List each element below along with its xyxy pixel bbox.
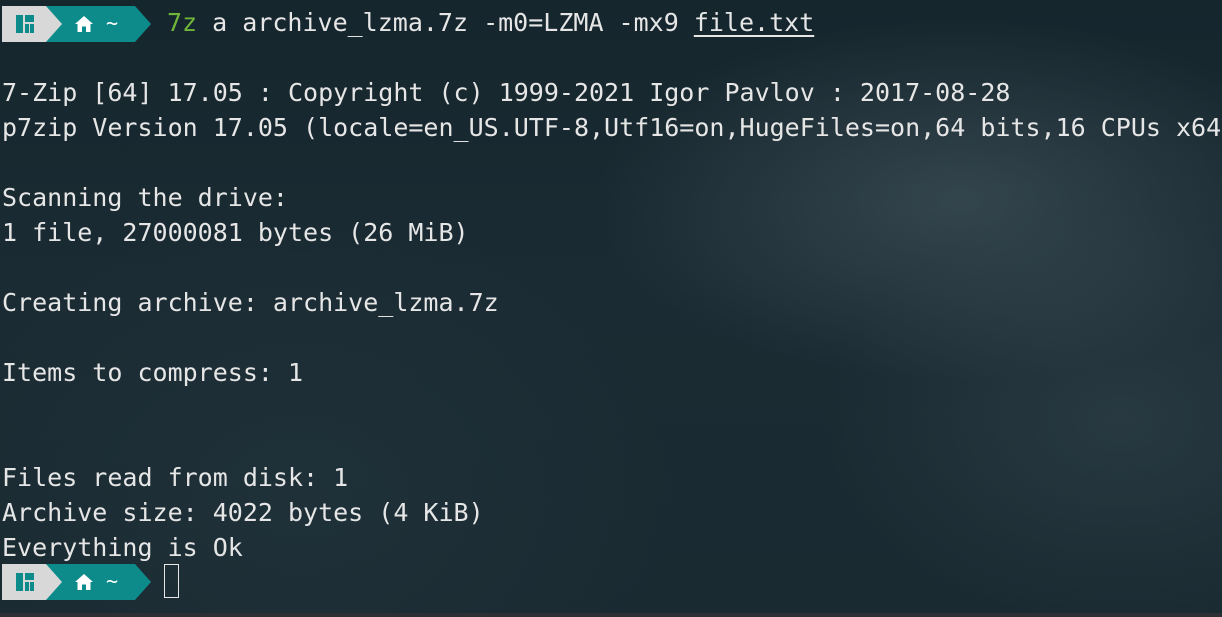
output-line: 7-Zip [64] 17.05 : Copyright (c) 1999-20… bbox=[2, 78, 1011, 107]
shell-prompt: ~ bbox=[0, 6, 160, 42]
output-line: Archive size: 4022 bytes (4 KiB) bbox=[2, 498, 484, 527]
output-line: 1 file, 27000081 bytes (26 MiB) bbox=[2, 218, 469, 247]
command-line: 7z a archive_lzma.7z -m0=LZMA -mx9 file.… bbox=[167, 5, 814, 41]
window-bottom-edge bbox=[0, 613, 1222, 617]
prompt-separator-arrow bbox=[46, 564, 62, 600]
prompt-dir-text: ~ bbox=[106, 569, 119, 593]
terminal-window[interactable]: ~ 7z a archive_lzma.7z -m0=LZMA -mx9 fil… bbox=[0, 0, 1222, 617]
prompt-dir-text: ~ bbox=[106, 11, 119, 35]
terminal-cursor[interactable] bbox=[164, 564, 179, 598]
output-line: Scanning the drive: bbox=[2, 183, 288, 212]
command-args: a archive_lzma.7z -m0=LZMA -mx9 bbox=[197, 8, 694, 37]
output-line: Everything is Ok bbox=[2, 533, 243, 562]
prompt-os-segment bbox=[2, 564, 46, 600]
output-line: Items to compress: 1 bbox=[2, 358, 304, 387]
home-icon bbox=[75, 16, 93, 32]
command-file-link[interactable]: file.txt bbox=[694, 8, 814, 37]
output-line: Creating archive: archive_lzma.7z bbox=[2, 288, 499, 317]
prompt-end-arrow bbox=[135, 564, 151, 600]
output-line: p7zip Version 17.05 (locale=en_US.UTF-8,… bbox=[2, 113, 1222, 142]
home-icon bbox=[75, 574, 93, 590]
manjaro-logo-icon bbox=[16, 573, 34, 591]
shell-prompt: ~ bbox=[0, 564, 160, 600]
prompt-end-arrow bbox=[135, 6, 151, 42]
command-program: 7z bbox=[167, 8, 198, 37]
output-line: Files read from disk: 1 bbox=[2, 463, 349, 492]
prompt-os-segment bbox=[2, 6, 46, 42]
prompt-separator-arrow bbox=[46, 6, 62, 42]
manjaro-logo-icon bbox=[16, 15, 34, 33]
